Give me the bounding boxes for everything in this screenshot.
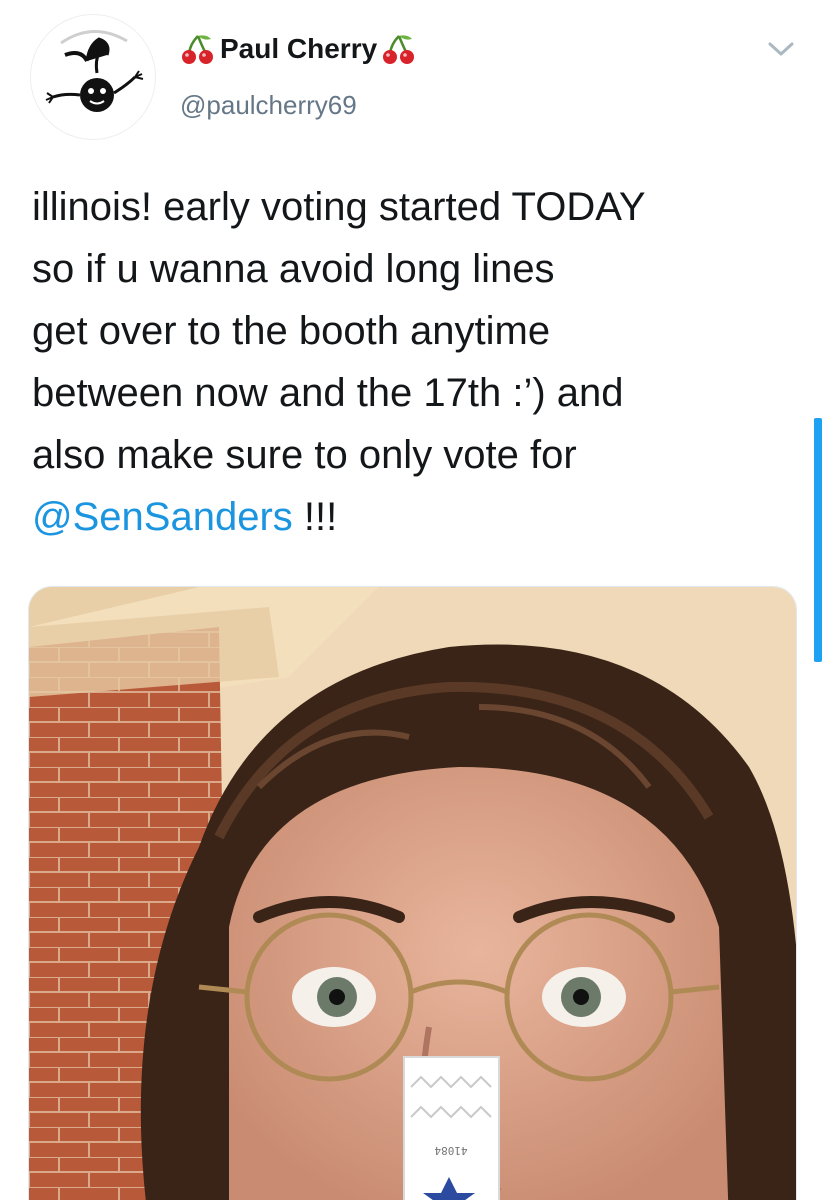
selfie-photo-illustration: 41084 <box>29 587 796 1200</box>
user-handle[interactable]: @paulcherry69 <box>180 90 357 121</box>
tweet-text-line: between now and the 17th :’) and <box>32 371 624 415</box>
tweet-card: Paul Cherry @paulcherry69 illinois! earl… <box>0 0 822 1200</box>
tweet-text: illinois! early voting started TODAY so … <box>32 176 802 548</box>
chevron-down-icon[interactable] <box>764 36 798 62</box>
cherry-character-avatar-icon <box>45 30 144 112</box>
tweet-text-line: also make sure to only vote for <box>32 433 577 477</box>
scrollbar-thumb[interactable] <box>814 418 822 662</box>
tweet-text-line: get over to the booth anytime <box>32 309 551 353</box>
mention-suffix: !!! <box>292 495 338 539</box>
cherry-emoji-icon <box>381 32 417 66</box>
display-name[interactable]: Paul Cherry <box>220 33 377 65</box>
tweet-text-last-line: @SenSanders !!! <box>32 486 802 548</box>
avatar[interactable] <box>30 14 156 140</box>
tweet-text-line: so if u wanna avoid long lines <box>32 247 555 291</box>
tweet-text-line: illinois! early voting started TODAY <box>32 185 646 229</box>
cherry-emoji-icon <box>180 32 216 66</box>
mention-link[interactable]: @SenSanders <box>32 495 293 539</box>
sticker-number: 41084 <box>434 1144 467 1157</box>
tweet-photo[interactable]: 41084 <box>28 586 797 1200</box>
author-name-row[interactable]: Paul Cherry <box>180 32 417 66</box>
